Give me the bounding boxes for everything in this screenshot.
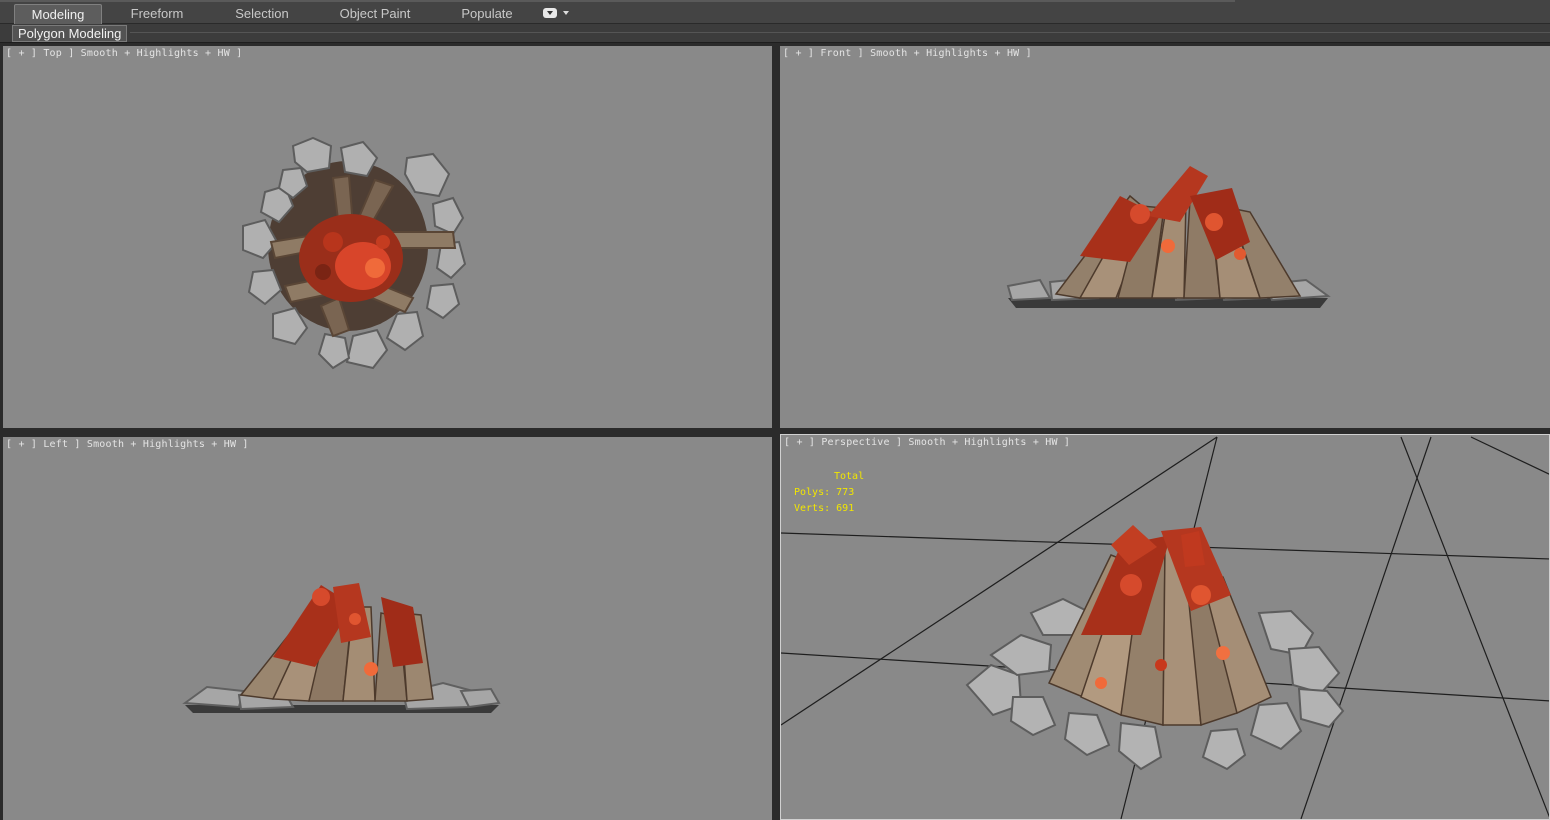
polygon-modeling-panel-button[interactable]: Polygon Modeling (12, 25, 128, 42)
tab-freeform[interactable]: Freeform (112, 4, 202, 24)
stats-verts: Verts: 691 (794, 503, 855, 514)
campfire-left-render (182, 583, 501, 713)
ribbon-top-line (0, 0, 1235, 2)
viewport-top[interactable]: [ + ] Top ] Smooth + Highlights + HW ] (3, 46, 772, 428)
tab-modeling[interactable]: Modeling (14, 4, 102, 24)
panel-divider (130, 32, 1550, 33)
max-window: Modeling Freeform Selection Object Paint… (0, 0, 1550, 820)
viewport-label-perspective[interactable]: [ + ] Perspective ] Smooth + Highlights … (784, 437, 1070, 448)
campfire-perspective-render (781, 436, 1549, 819)
ribbon-tab-bar: Modeling Freeform Selection Object Paint… (0, 0, 1550, 24)
ribbon-options-button[interactable] (543, 8, 571, 20)
campfire-front-render (1006, 166, 1331, 308)
viewport-left[interactable]: [ + ] Left ] Smooth + Highlights + HW ] (3, 437, 772, 820)
chevron-down-icon (563, 11, 569, 15)
ribbon-toggle-icon (543, 8, 557, 18)
ribbon-panel-bar: Polygon Modeling (0, 24, 1550, 43)
stats-polys: Polys: 773 (794, 487, 855, 498)
viewport-front[interactable]: [ + ] Front ] Smooth + Highlights + HW ] (780, 46, 1550, 428)
tab-selection[interactable]: Selection (216, 4, 308, 24)
tab-object-paint[interactable]: Object Paint (325, 4, 425, 24)
viewport-label-left[interactable]: [ + ] Left ] Smooth + Highlights + HW ] (6, 439, 249, 450)
viewport-label-front[interactable]: [ + ] Front ] Smooth + Highlights + HW ] (783, 48, 1032, 59)
viewport-perspective[interactable]: [ + ] Perspective ] Smooth + Highlights … (780, 434, 1550, 820)
viewport-label-top[interactable]: [ + ] Top ] Smooth + Highlights + HW ] (6, 48, 242, 59)
statistics-overlay: Total Polys: 773 Verts: 691 (794, 469, 864, 517)
campfire-top-render (242, 136, 467, 370)
stats-title: Total (834, 471, 865, 482)
tab-populate[interactable]: Populate (446, 4, 528, 24)
